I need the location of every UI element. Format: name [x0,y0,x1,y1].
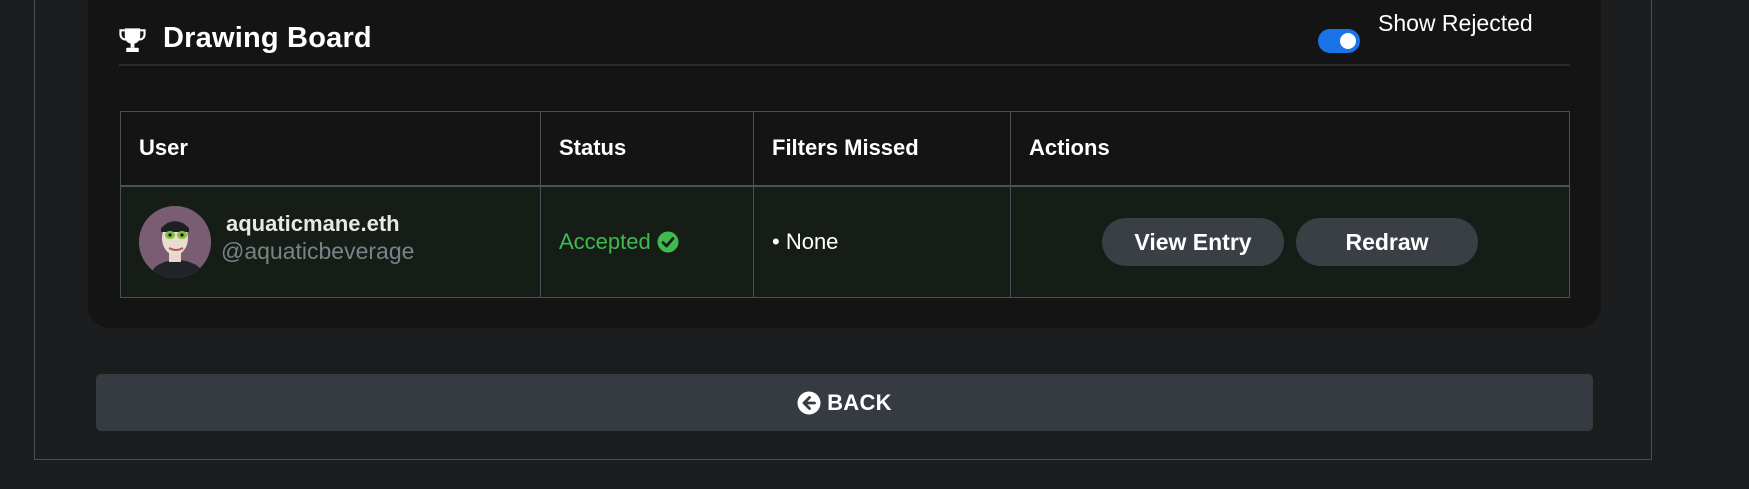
view-entry-button[interactable]: View Entry [1102,217,1284,266]
avatar-image [139,205,211,278]
avatar[interactable] [139,205,211,278]
table-header-row: User Status Filters Missed Actions [120,111,1570,187]
back-button[interactable]: BACK [96,374,1593,431]
redraw-button[interactable]: Redraw [1296,217,1478,266]
check-circle-icon [657,231,679,252]
filters-missed-item: • None [772,228,839,254]
column-header-filters-missed: Filters Missed [753,111,1011,187]
actions-cell: View Entry Redraw [1010,185,1570,298]
toggle-knob [1340,33,1356,49]
card-title: Drawing Board [163,22,372,54]
filters-missed-cell: • None [753,185,1011,298]
table-row: aquaticmane.eth @aquaticbeverage Accepte… [120,185,1570,298]
arrow-left-circle-icon [797,391,821,414]
card-header: Drawing Board [119,0,1570,66]
show-rejected-label: Show Rejected [1378,10,1533,36]
show-rejected-toggle[interactable] [1318,29,1360,53]
column-header-actions: Actions [1010,111,1570,187]
status-badge: Accepted [559,229,679,255]
trophy-icon [119,28,146,53]
back-label: BACK [827,389,892,415]
status-label: Accepted [559,228,651,254]
user-cell: aquaticmane.eth @aquaticbeverage [120,185,541,298]
entries-table: User Status Filters Missed Actions aquat… [120,111,1570,298]
user-name: aquaticmane.eth [226,210,400,236]
column-header-status: Status [540,111,754,187]
column-header-user: User [120,111,541,187]
user-handle: @aquaticbeverage [221,237,415,264]
status-cell: Accepted [540,185,754,298]
